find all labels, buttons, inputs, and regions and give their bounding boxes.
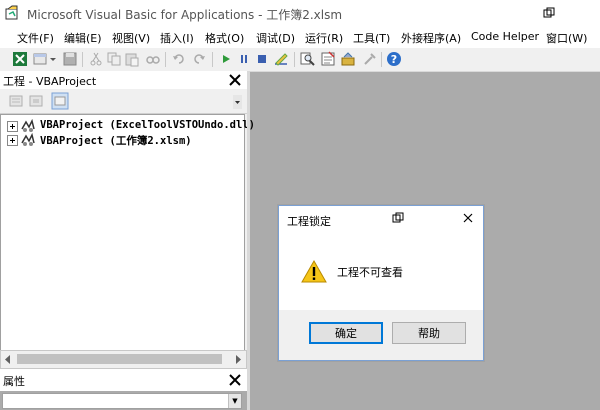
restore-icon — [392, 212, 404, 223]
toggle-folders-icon[interactable] — [51, 92, 69, 110]
properties-object-select[interactable]: ▼ — [2, 393, 242, 409]
tree-item-label: VBAProject (ExcelToolVSTOUndo.dll) — [40, 119, 255, 131]
warning-icon — [301, 260, 327, 283]
reset-icon[interactable] — [254, 51, 270, 67]
project-pane-header: 工程 - VBAProject — [0, 71, 247, 89]
menu-format[interactable]: 格式(O) — [205, 30, 244, 46]
undo-icon[interactable] — [171, 51, 187, 67]
properties-window-icon[interactable] — [320, 51, 336, 67]
chevron-down-icon[interactable]: ▼ — [228, 394, 241, 408]
scroll-right-icon[interactable] — [234, 355, 242, 364]
project-explorer-pane: 工程 - VBAProject VBAProject (ExcelToolVST… — [0, 71, 255, 369]
horizontal-scrollbar[interactable] — [0, 350, 247, 369]
ok-button[interactable]: 确定 — [309, 322, 383, 344]
chevron-down-icon[interactable] — [233, 95, 242, 109]
toolbar-separator — [165, 52, 166, 67]
pane-splitter[interactable] — [247, 71, 250, 410]
menu-view[interactable]: 视图(V) — [112, 30, 150, 46]
vba-project-icon — [21, 133, 35, 146]
project-locked-dialog: 工程锁定 工程不可查看 确定 帮助 — [278, 205, 484, 361]
toolbar-separator — [212, 52, 213, 67]
window-title: Microsoft Visual Basic for Applications … — [27, 8, 343, 22]
close-icon[interactable] — [462, 212, 474, 224]
view-object-icon[interactable] — [28, 93, 44, 109]
menu-insert[interactable]: 插入(I) — [160, 30, 194, 46]
toolbar-separator — [381, 52, 382, 67]
expand-icon[interactable] — [7, 135, 18, 146]
menu-code-helper[interactable]: Code Helper — [471, 30, 539, 43]
help-icon[interactable]: ? — [386, 51, 402, 67]
toolbar-separator — [82, 52, 83, 67]
vba-app-icon — [5, 5, 18, 20]
dialog-title: 工程锁定 — [287, 215, 331, 228]
toolbox-icon[interactable] — [362, 51, 378, 67]
excel-icon[interactable] — [12, 51, 28, 67]
close-icon[interactable] — [227, 372, 243, 388]
project-pane-toolbar — [0, 89, 247, 114]
project-explorer-icon[interactable] — [300, 51, 316, 67]
break-icon[interactable] — [236, 51, 252, 67]
vba-project-icon — [21, 119, 35, 132]
scroll-left-icon[interactable] — [4, 355, 12, 364]
insert-userform-icon[interactable] — [33, 51, 49, 67]
scrollbar-thumb[interactable] — [17, 354, 222, 364]
standard-toolbar: ? — [0, 48, 600, 72]
dialog-message: 工程不可查看 — [337, 266, 403, 279]
object-browser-icon[interactable] — [340, 51, 356, 67]
restore-icon[interactable] — [543, 7, 555, 19]
toolbar-separator — [294, 52, 295, 67]
menu-tools[interactable]: 工具(T) — [353, 30, 390, 46]
cut-icon[interactable] — [88, 51, 104, 67]
menu-window[interactable]: 窗口(W) — [546, 30, 587, 46]
copy-icon[interactable] — [106, 51, 122, 67]
title-bar: Microsoft Visual Basic for Applications … — [0, 0, 600, 26]
design-mode-icon[interactable] — [273, 51, 289, 67]
tree-item-label: VBAProject (工作簿2.xlsm) — [40, 135, 192, 147]
menu-run[interactable]: 运行(R) — [305, 30, 343, 46]
menu-file[interactable]: 文件(F) — [17, 30, 54, 46]
project-pane-title: 工程 - VBAProject — [3, 75, 97, 88]
help-button[interactable]: 帮助 — [392, 322, 466, 344]
properties-pane-header: 属性 — [0, 368, 247, 391]
properties-pane-title: 属性 — [3, 375, 25, 388]
save-icon[interactable] — [62, 51, 78, 67]
menu-addins[interactable]: 外接程序(A) — [401, 30, 461, 46]
menu-bar: 文件(F) 编辑(E) 视图(V) 插入(I) 格式(O) 调试(D) 运行(R… — [0, 26, 600, 49]
project-tree: VBAProject (ExcelToolVSTOUndo.dll) VBAPr… — [0, 114, 255, 352]
menu-edit[interactable]: 编辑(E) — [64, 30, 102, 46]
close-icon[interactable] — [227, 72, 243, 88]
view-code-icon[interactable] — [8, 93, 24, 109]
expand-icon[interactable] — [7, 121, 18, 132]
menu-debug[interactable]: 调试(D) — [256, 30, 295, 46]
svg-text:?: ? — [391, 53, 397, 66]
find-icon[interactable] — [145, 51, 161, 67]
run-icon[interactable] — [218, 51, 234, 67]
paste-icon[interactable] — [124, 51, 140, 67]
chevron-down-icon[interactable] — [49, 51, 57, 67]
redo-icon[interactable] — [191, 51, 207, 67]
